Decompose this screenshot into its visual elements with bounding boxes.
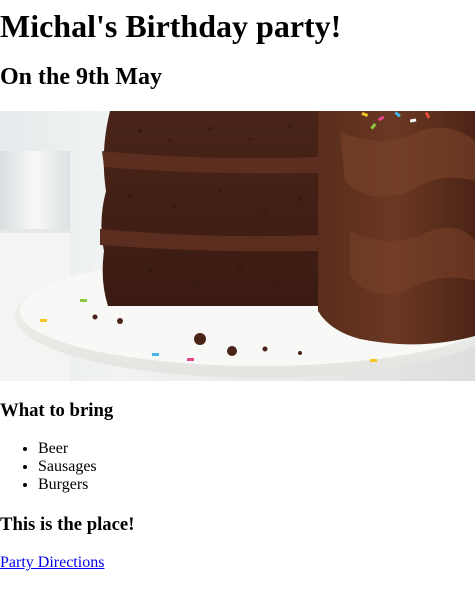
list-item: Beer [38, 440, 97, 458]
party-directions-link[interactable]: Party Directions [0, 553, 104, 573]
list-item: Sausages [38, 458, 97, 476]
list-item: Burgers [38, 476, 97, 494]
place-heading: This is the place! [0, 514, 135, 535]
bring-list: Beer Sausages Burgers [0, 440, 97, 494]
cake-image [0, 111, 475, 381]
what-to-bring-heading: What to bring [0, 400, 114, 421]
page-subtitle: On the 9th May [0, 64, 162, 90]
page-title: Michal's Birthday party! [0, 8, 342, 44]
